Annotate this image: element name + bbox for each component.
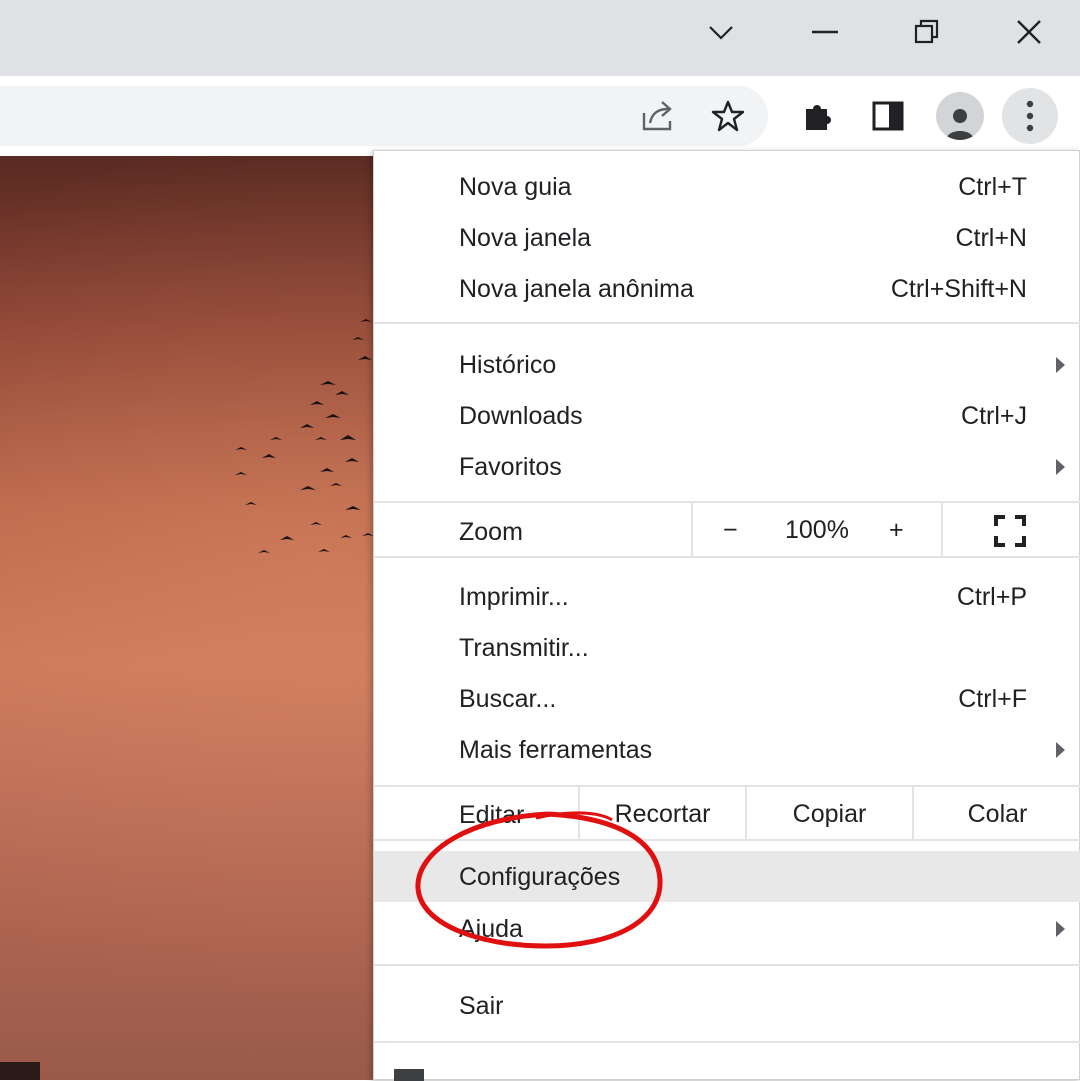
edit-row: Editar Recortar Copiar Colar xyxy=(374,787,1080,841)
menu-item-bookmarks[interactable]: Favoritos xyxy=(374,441,1080,492)
menu-item-new-window[interactable]: Nova janela Ctrl+N xyxy=(374,212,1080,263)
menu-item-label: Buscar... xyxy=(459,685,557,713)
menu-item-shortcut: Ctrl+F xyxy=(958,685,1027,713)
menu-item-label: Mais ferramentas xyxy=(459,736,653,764)
menu-item-print[interactable]: Imprimir... Ctrl+P xyxy=(374,571,1080,622)
menu-icon xyxy=(1026,100,1034,132)
submenu-arrow-icon xyxy=(1056,742,1065,758)
menu-item-label: Sair xyxy=(459,992,504,1020)
share-icon xyxy=(642,101,672,131)
profile-button[interactable] xyxy=(932,88,988,144)
birds-silhouette xyxy=(235,319,374,553)
menu-separator xyxy=(374,839,1080,841)
menu-item-more-tools[interactable]: Mais ferramentas xyxy=(374,724,1080,775)
side-panel-button[interactable] xyxy=(860,88,916,144)
menu-separator xyxy=(374,964,1080,966)
menu-item-label: Downloads xyxy=(459,402,583,430)
zoom-level: 100% xyxy=(785,516,849,544)
edit-label: Editar xyxy=(459,801,525,829)
chrome-menu-button[interactable] xyxy=(1002,88,1058,144)
submenu-arrow-icon xyxy=(1056,459,1065,475)
menu-separator xyxy=(374,556,1080,558)
cut-label: Recortar xyxy=(614,799,711,828)
zoom-out-button[interactable]: − xyxy=(723,516,738,545)
menu-item-find[interactable]: Buscar... Ctrl+F xyxy=(374,673,1080,724)
managed-browser-icon xyxy=(394,1069,424,1081)
minimize-icon xyxy=(812,30,838,34)
chrome-menu: Nova guia Ctrl+T Nova janela Ctrl+N Nova… xyxy=(373,150,1080,1081)
menu-separator xyxy=(374,322,1080,324)
menu-item-label: Nova janela anônima xyxy=(459,275,694,303)
menu-item-label: Imprimir... xyxy=(459,583,569,611)
menu-item-label: Ajuda xyxy=(459,915,523,943)
menu-item-label: Histórico xyxy=(459,351,557,379)
chevron-down-icon xyxy=(709,26,733,40)
copy-label: Copiar xyxy=(792,799,867,828)
menu-item-label: Favoritos xyxy=(459,453,562,481)
fullscreen-button[interactable] xyxy=(941,503,1080,558)
menu-separator xyxy=(374,1041,1080,1043)
bookmark-star-button[interactable] xyxy=(700,88,756,144)
menu-item-history[interactable]: Histórico xyxy=(374,339,1080,390)
side-panel-icon xyxy=(872,101,904,131)
star-icon xyxy=(711,100,745,132)
menu-item-label: Transmitir... xyxy=(459,634,589,662)
menu-item-help[interactable]: Ajuda xyxy=(374,903,1080,954)
share-button[interactable] xyxy=(630,88,686,144)
menu-item-shortcut: Ctrl+J xyxy=(961,402,1027,430)
profile-icon xyxy=(936,92,984,140)
cut-button[interactable]: Recortar xyxy=(578,787,745,841)
restore-button[interactable] xyxy=(877,0,977,64)
close-button[interactable] xyxy=(979,0,1079,64)
menu-item-incognito-window[interactable]: Nova janela anônima Ctrl+Shift+N xyxy=(374,263,1080,314)
submenu-arrow-icon xyxy=(1056,921,1065,937)
paste-button[interactable]: Colar xyxy=(912,787,1080,841)
menu-item-label: Nova janela xyxy=(459,224,592,252)
menu-item-shortcut: Ctrl+N xyxy=(955,224,1027,252)
menu-item-settings[interactable]: Configurações xyxy=(374,851,1080,902)
minimize-button[interactable] xyxy=(775,0,875,64)
menu-item-exit[interactable]: Sair xyxy=(374,980,1080,1031)
zoom-in-button[interactable]: + xyxy=(889,516,904,545)
menu-item-label: Nova guia xyxy=(459,173,572,201)
menu-item-shortcut: Ctrl+T xyxy=(958,173,1027,201)
menu-item-label: Configurações xyxy=(459,863,621,891)
restore-icon xyxy=(914,19,939,44)
close-icon xyxy=(1017,20,1041,44)
zoom-row: Zoom − 100% + xyxy=(374,503,1080,558)
extensions-button[interactable] xyxy=(790,88,846,144)
submenu-arrow-icon xyxy=(1056,357,1065,373)
menu-item-shortcut: Ctrl+Shift+N xyxy=(890,275,1027,303)
rooftop-silhouette xyxy=(0,1062,40,1080)
paste-label: Colar xyxy=(967,799,1028,828)
menu-item-new-tab[interactable]: Nova guia Ctrl+T xyxy=(374,161,1080,212)
menu-item-downloads[interactable]: Downloads Ctrl+J xyxy=(374,390,1080,441)
copy-button[interactable]: Copiar xyxy=(745,787,912,841)
menu-item-shortcut: Ctrl+P xyxy=(956,583,1027,611)
menu-item-cast[interactable]: Transmitir... xyxy=(374,622,1080,673)
fullscreen-icon xyxy=(994,515,1026,547)
zoom-label: Zoom xyxy=(459,518,523,546)
tab-search-button[interactable] xyxy=(671,0,771,64)
extensions-icon xyxy=(806,105,831,130)
zoom-controls: − 100% + xyxy=(691,503,941,558)
